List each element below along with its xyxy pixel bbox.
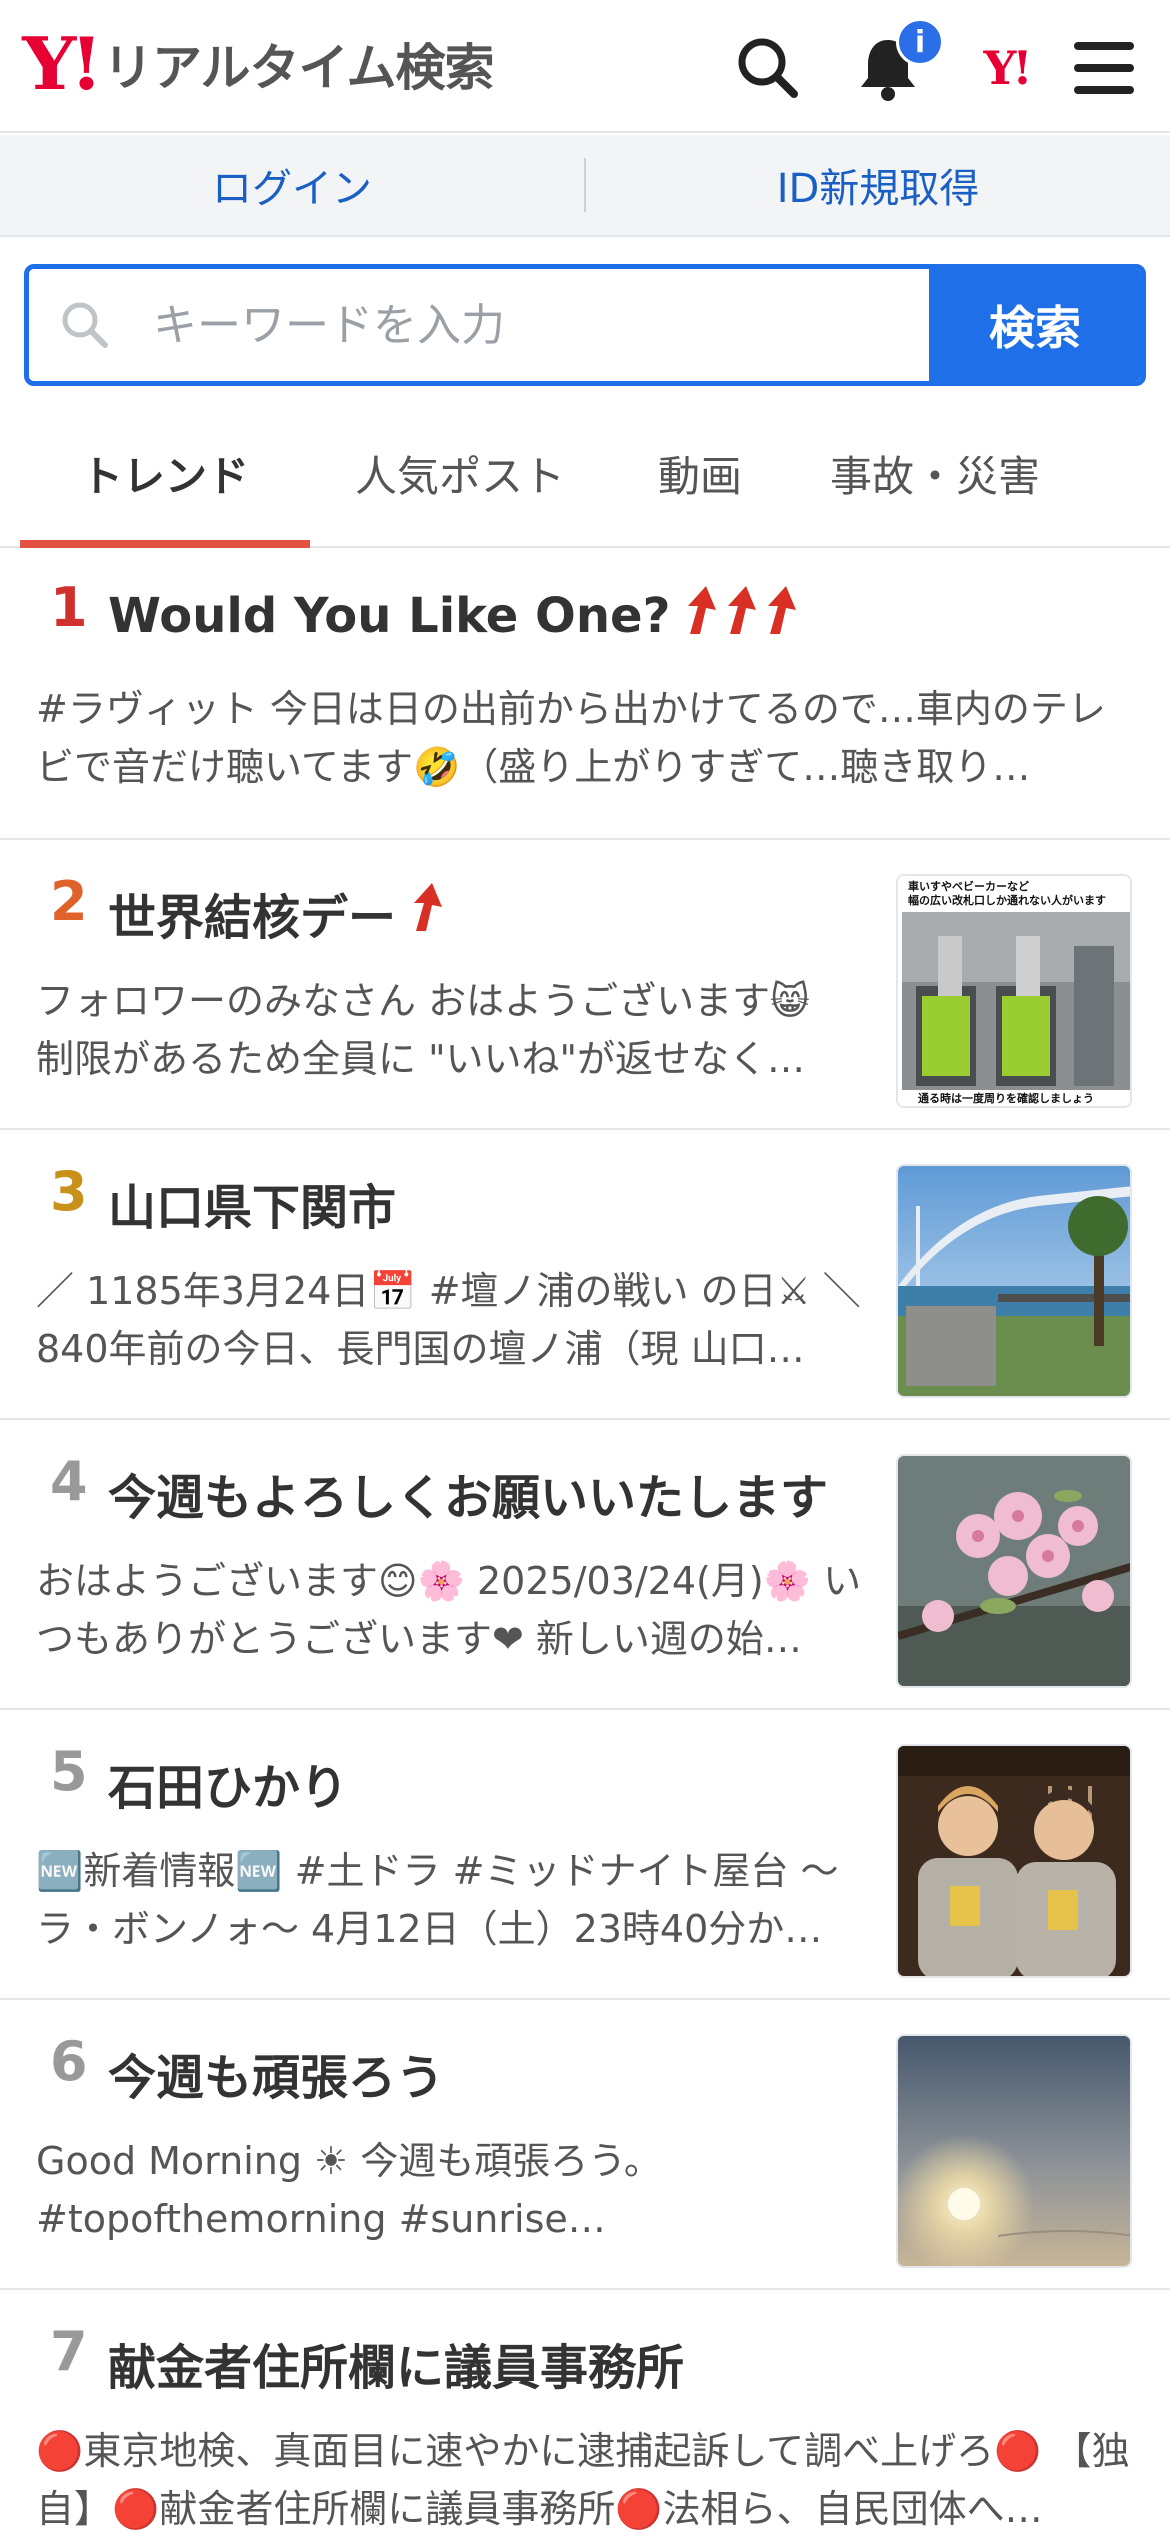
- notification-badge: i: [896, 18, 944, 66]
- trend-description: #ラヴィット 今日は日の出前から出かけてるので…車内のテレビで音だけ聴いてます🤣…: [36, 687, 1106, 789]
- tab-popular-posts[interactable]: 人気ポスト: [310, 400, 610, 546]
- search-form: 検索: [24, 264, 1146, 386]
- trend-title-wrap: Would You Like One?: [108, 584, 806, 648]
- tab-accidents-disasters[interactable]: 事故・災害: [790, 400, 1080, 546]
- trend-description: ／ 1185年3月24日📅 #壇ノ浦の戦い の日⚔ ＼ 840年前の今日、長門国…: [36, 1269, 861, 1371]
- register-link[interactable]: ID新規取得: [586, 156, 1170, 214]
- trend-item-3[interactable]: 3 山口県下関市 ／ 1185年3月24日📅 #壇ノ浦の戦い の日⚔ ＼ 840…: [0, 1130, 1170, 1420]
- yahoo-realtime-logo[interactable]: Y! リアルタイム検索: [22, 21, 494, 106]
- trend-rank: 3: [50, 1160, 88, 1223]
- trend-description: Good Morning ☀ 今週も頑張ろう。 #topofthemorning…: [36, 2139, 662, 2241]
- trend-title: Would You Like One?: [108, 588, 671, 644]
- trend-thumbnail-bridge: [896, 1164, 1132, 1398]
- thumb-caption-top-line1: 車いすやベビーカーなど: [908, 879, 1029, 893]
- trend-rank: 6: [50, 2030, 88, 2093]
- trend-description: 🔴東京地検、真面目に速やかに逮捕起訴して調べ上げろ🔴 【独自】🔴献金者住所欄に議…: [36, 2429, 1130, 2531]
- trend-title: 献金者住所欄に議員事務所: [108, 2340, 685, 2396]
- thumb-caption-top-line2: 幅の広い改札口しか通れない人がいます: [908, 893, 1106, 907]
- search-field: [29, 269, 929, 381]
- trend-rank: 7: [50, 2320, 88, 2383]
- app-header: Y! リアルタイム検索 i Y!: [0, 0, 1170, 133]
- trend-description: 🆕新着情報🆕 #土ドラ #ミッドナイト屋台 〜ラ・ボンノォ〜 4月12日（土）2…: [36, 1849, 839, 1951]
- trend-title: 世界結核デー: [108, 890, 397, 946]
- trend-title-wrap: 山口県下関市: [108, 1168, 396, 1238]
- trend-thumbnail-station: 車いすやベビーカーなど 幅の広い改札口しか通れない人がいます 通る時は一度周りを…: [896, 874, 1132, 1108]
- trend-item-6[interactable]: 6 今週も頑張ろう Good Morning ☀ 今週も頑張ろう。 #topof…: [0, 2000, 1170, 2290]
- search-button[interactable]: 検索: [929, 269, 1141, 381]
- trend-thumbnail-sunrise: [896, 2034, 1132, 2268]
- trend-title-wrap: 今週もよろしくお願いいたします: [108, 1458, 828, 1528]
- trend-item-2[interactable]: 2 世界結核デー フォロワーのみなさん おはようございます😸 制限があるため全員…: [0, 840, 1170, 1130]
- yahoo-japan-mark: Y!: [983, 41, 1032, 95]
- trend-rank: 4: [50, 1450, 88, 1513]
- search-input[interactable]: [153, 299, 853, 351]
- tab-videos[interactable]: 動画: [610, 400, 790, 546]
- tab-trend[interactable]: トレンド: [20, 400, 310, 548]
- trend-title-wrap: 世界結核デー: [108, 878, 450, 948]
- trend-item-1[interactable]: 1 Would You Like One? #ラヴィット 今日は日の出前から出か…: [0, 548, 1170, 840]
- trend-up-arrows-icon: [680, 584, 806, 648]
- trend-description: おはようございます😊🌸 2025/03/24(月)🌸 いつもありがとうございます…: [36, 1559, 862, 1661]
- trend-list: 1 Would You Like One? #ラヴィット 今日は日の出前から出か…: [0, 548, 1170, 2531]
- trend-title: 石田ひかり: [108, 1760, 349, 1816]
- search-field-icon: [59, 299, 129, 351]
- trend-rank: 2: [50, 870, 88, 933]
- login-link[interactable]: ログイン: [0, 156, 584, 214]
- hamburger-menu-icon[interactable]: [1064, 28, 1144, 108]
- trend-item-7[interactable]: 7 献金者住所欄に議員事務所 🔴東京地検、真面目に速やかに逮捕起訴して調べ上げろ…: [0, 2290, 1170, 2531]
- trend-item-5[interactable]: 5 石田ひかり 🆕新着情報🆕 #土ドラ #ミッドナイト屋台 〜ラ・ボンノォ〜 4…: [0, 1710, 1170, 2000]
- trend-title-wrap: 献金者住所欄に議員事務所: [108, 2328, 684, 2398]
- trend-thumbnail-people: [896, 1744, 1132, 1978]
- trend-rank: 1: [50, 576, 88, 639]
- trend-title: 今週も頑張ろう: [108, 2050, 445, 2106]
- search-icon[interactable]: [728, 28, 808, 108]
- trend-description: フォロワーのみなさん おはようございます😸 制限があるため全員に "いいね"が返…: [36, 979, 810, 1081]
- trend-title: 今週もよろしくお願いいたします: [108, 1470, 829, 1526]
- trend-title: 山口県下関市: [108, 1180, 397, 1236]
- trend-thumbnail-blossom: [896, 1454, 1132, 1688]
- yahoo-japan-icon[interactable]: Y!: [966, 28, 1046, 108]
- trend-item-4[interactable]: 4 今週もよろしくお願いいたします おはようございます😊🌸 2025/03/24…: [0, 1420, 1170, 1710]
- trend-rank: 5: [50, 1740, 88, 1803]
- category-tabs: トレンド 人気ポスト 動画 事故・災害: [0, 400, 1170, 548]
- thumb-caption-bottom: 通る時は一度周りを確認しましょう: [918, 1091, 1094, 1105]
- trend-title-wrap: 石田ひかり: [108, 1748, 348, 1818]
- trend-up-arrow-icon: [406, 881, 450, 945]
- logo-text: リアルタイム検索: [103, 39, 494, 97]
- yahoo-logo-mark: Y!: [22, 21, 103, 106]
- trend-title-wrap: 今週も頑張ろう: [108, 2038, 444, 2108]
- account-bar: ログイン ID新規取得: [0, 135, 1170, 237]
